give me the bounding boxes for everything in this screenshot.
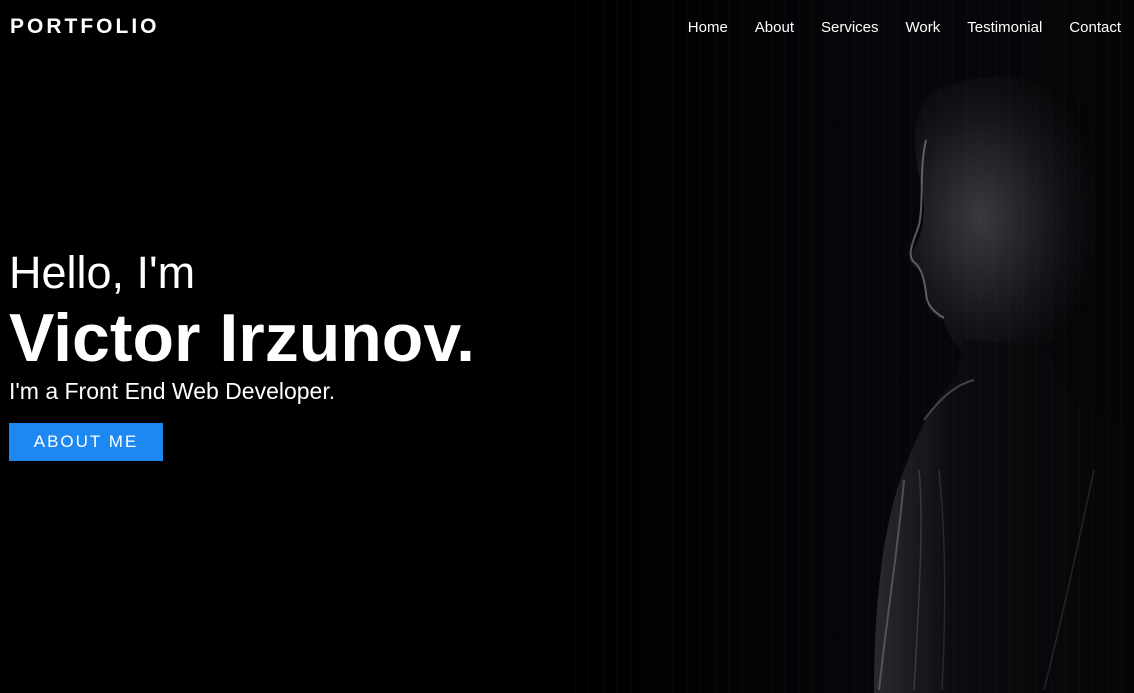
nav-link-testimonial[interactable]: Testimonial: [967, 19, 1042, 36]
person-silhouette-icon: [874, 76, 1134, 693]
nav-link-home[interactable]: Home: [688, 19, 728, 36]
hero-name: Victor Irzunov.: [9, 300, 476, 376]
brand-logo[interactable]: PORTFOLIO: [10, 15, 160, 39]
navbar: PORTFOLIO Home About Services Work Testi…: [0, 0, 1134, 54]
nav-link-about[interactable]: About: [755, 19, 794, 36]
hero-background-photo: [574, 0, 1134, 693]
about-me-button[interactable]: ABOUT ME: [9, 423, 163, 461]
hero-greeting: Hello, I'm: [9, 247, 196, 298]
hero-section: Hello, I'm Victor Irzunov. I'm a Front E…: [9, 246, 475, 461]
nav-link-services[interactable]: Services: [821, 19, 879, 36]
hero-tagline: I'm a Front End Web Developer.: [9, 378, 336, 404]
nav-link-work[interactable]: Work: [906, 19, 941, 36]
nav-links: Home About Services Work Testimonial Con…: [688, 19, 1121, 36]
nav-link-contact[interactable]: Contact: [1069, 19, 1121, 36]
